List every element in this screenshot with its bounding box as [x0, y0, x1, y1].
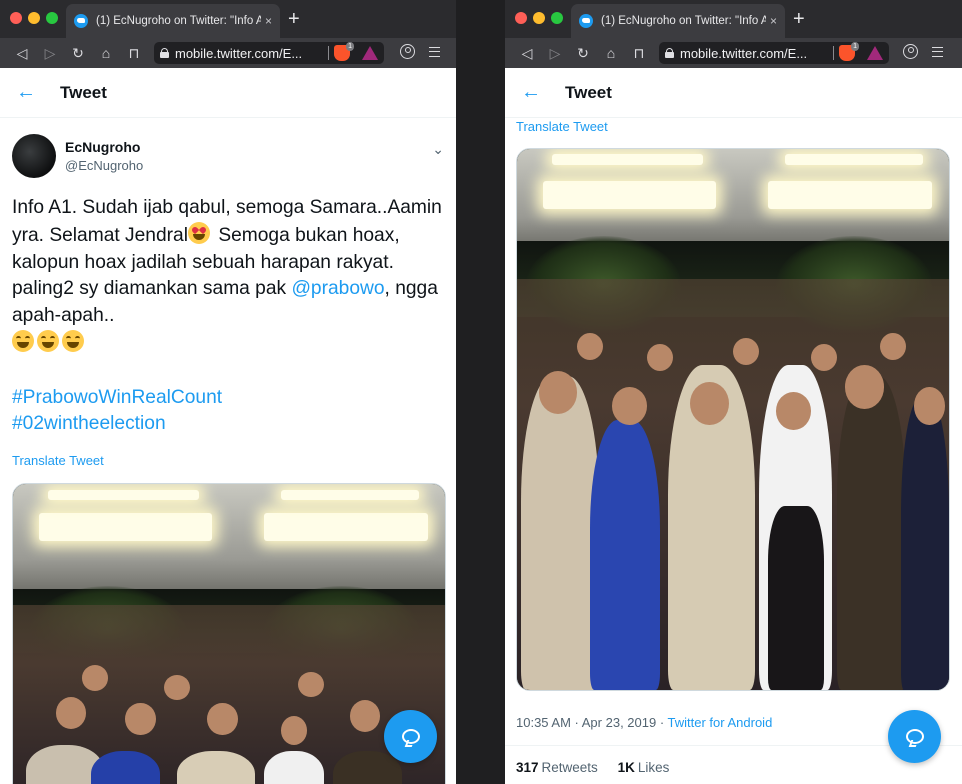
url-text[interactable]: mobile.twitter.com/E...	[175, 46, 323, 61]
toolbar-right	[400, 44, 440, 59]
page-title: Tweet	[60, 82, 107, 102]
new-tab-button[interactable]: +	[288, 9, 300, 29]
browser-window-left: (1) EcNugroho on Twitter: "Info A × + ◁ …	[0, 0, 456, 784]
profile-icon[interactable]	[903, 44, 918, 59]
toolbar-right	[903, 44, 943, 59]
address-bar[interactable]: mobile.twitter.com/E... 1	[154, 42, 384, 64]
chat-bubble-icon	[905, 729, 924, 744]
home-icon[interactable]: ⌂	[92, 45, 120, 61]
close-tab-icon[interactable]: ×	[265, 14, 272, 28]
likes-count: 1K	[617, 760, 635, 775]
back-icon[interactable]: ◁	[513, 45, 541, 62]
mention-link[interactable]: @prabowo	[291, 278, 384, 299]
brave-shield-icon[interactable]: 1	[839, 42, 859, 61]
twitter-bird-icon	[74, 14, 88, 28]
user-handle[interactable]: @EcNugroho	[65, 158, 143, 173]
menu-icon[interactable]	[932, 47, 943, 57]
url-separator	[328, 46, 329, 60]
retweets-label: Retweets	[541, 760, 598, 775]
page-title: Tweet	[565, 82, 612, 102]
lock-icon	[665, 48, 674, 58]
forward-icon[interactable]: ▷	[36, 45, 64, 62]
forward-icon[interactable]: ▷	[541, 45, 569, 62]
back-icon[interactable]: ◁	[8, 45, 36, 62]
grin-emoji	[12, 329, 34, 352]
translate-tweet-link[interactable]: Translate Tweet	[12, 453, 104, 468]
tweet-photo[interactable]	[516, 148, 950, 691]
brave-shield-icon[interactable]: 1	[334, 42, 354, 61]
twitter-bird-icon	[579, 14, 593, 28]
browser-tab[interactable]: (1) EcNugroho on Twitter: "Info A ×	[66, 4, 280, 38]
tweet-content: Translate Tweet 10:35 AM · Apr 23, 2019 …	[505, 119, 962, 784]
desktop-gap	[456, 0, 505, 784]
back-arrow-icon[interactable]: ←	[16, 81, 46, 104]
address-bar[interactable]: mobile.twitter.com/E... 1	[659, 42, 889, 64]
tab-title: (1) EcNugroho on Twitter: "Info A	[601, 15, 766, 27]
bookmark-icon[interactable]: ⊓	[120, 45, 148, 62]
browser-tab[interactable]: (1) EcNugroho on Twitter: "Info A ×	[571, 4, 785, 38]
browser-window-right: (1) EcNugroho on Twitter: "Info A × + ◁ …	[505, 0, 962, 784]
likes-label: Likes	[637, 760, 670, 775]
page-header: ← Tweet	[0, 68, 456, 118]
retweets-stat[interactable]: 317 Retweets	[516, 760, 598, 775]
page-header: ← Tweet	[505, 68, 962, 118]
back-arrow-icon[interactable]: ←	[521, 81, 551, 104]
shield-count-badge: 1	[851, 42, 859, 51]
zoom-window-button[interactable]	[551, 12, 563, 24]
traffic-lights	[515, 12, 563, 24]
tweet-photo[interactable]	[12, 483, 446, 784]
compose-reply-button[interactable]	[888, 710, 941, 763]
browser-toolbar: ◁ ▷ ↻ ⌂ ⊓ mobile.twitter.com/E... 1	[505, 38, 962, 68]
grin-emoji	[37, 329, 59, 352]
source-link[interactable]: Twitter for Android	[668, 715, 773, 730]
tweet-text: Info A1. Sudah ijab qabul, semoga Samara…	[12, 195, 442, 438]
compose-reply-button[interactable]	[384, 710, 437, 763]
close-tab-icon[interactable]: ×	[770, 14, 777, 28]
reload-icon[interactable]: ↻	[64, 45, 92, 62]
home-icon[interactable]: ⌂	[597, 45, 625, 61]
reload-icon[interactable]: ↻	[569, 45, 597, 62]
chat-bubble-icon	[401, 729, 420, 744]
lock-icon	[160, 48, 169, 58]
shield-count-badge: 1	[346, 42, 354, 51]
avatar[interactable]	[12, 134, 56, 178]
brave-rewards-icon[interactable]	[362, 46, 378, 60]
minimize-window-button[interactable]	[533, 12, 545, 24]
close-window-button[interactable]	[10, 12, 22, 24]
zoom-window-button[interactable]	[46, 12, 58, 24]
hashtag-link[interactable]: #02wintheelection	[12, 413, 166, 434]
tab-bar: (1) EcNugroho on Twitter: "Info A × +	[0, 0, 456, 38]
tweet-timestamp: 10:35 AM · Apr 23, 2019 · Twitter for An…	[516, 715, 772, 730]
tweet-content: EcNugroho @EcNugroho ⌄ Info A1. Sudah ij…	[0, 119, 456, 784]
close-window-button[interactable]	[515, 12, 527, 24]
heart-eyes-emoji	[187, 221, 210, 244]
browser-toolbar: ◁ ▷ ↻ ⌂ ⊓ mobile.twitter.com/E... 1	[0, 38, 456, 68]
bookmark-icon[interactable]: ⊓	[625, 45, 653, 62]
grin-emoji	[62, 329, 84, 352]
tweet-author[interactable]: EcNugroho @EcNugroho	[12, 134, 143, 178]
tab-bar: (1) EcNugroho on Twitter: "Info A × +	[505, 0, 962, 38]
display-name[interactable]: EcNugroho	[65, 139, 143, 155]
brave-rewards-icon[interactable]	[867, 46, 883, 60]
hashtag-link[interactable]: #PrabowoWinRealCount	[12, 387, 222, 408]
new-tab-button[interactable]: +	[793, 9, 805, 29]
likes-stat[interactable]: 1K Likes	[618, 760, 670, 775]
retweets-count: 317	[516, 760, 539, 775]
menu-icon[interactable]	[429, 47, 440, 57]
profile-icon[interactable]	[400, 44, 415, 59]
url-text[interactable]: mobile.twitter.com/E...	[680, 46, 828, 61]
tab-title: (1) EcNugroho on Twitter: "Info A	[96, 15, 261, 27]
timestamp-text[interactable]: 10:35 AM · Apr 23, 2019 ·	[516, 715, 668, 730]
chevron-down-icon[interactable]: ⌄	[432, 141, 444, 158]
url-separator	[833, 46, 834, 60]
minimize-window-button[interactable]	[28, 12, 40, 24]
translate-tweet-link[interactable]: Translate Tweet	[516, 119, 608, 134]
traffic-lights	[10, 12, 58, 24]
